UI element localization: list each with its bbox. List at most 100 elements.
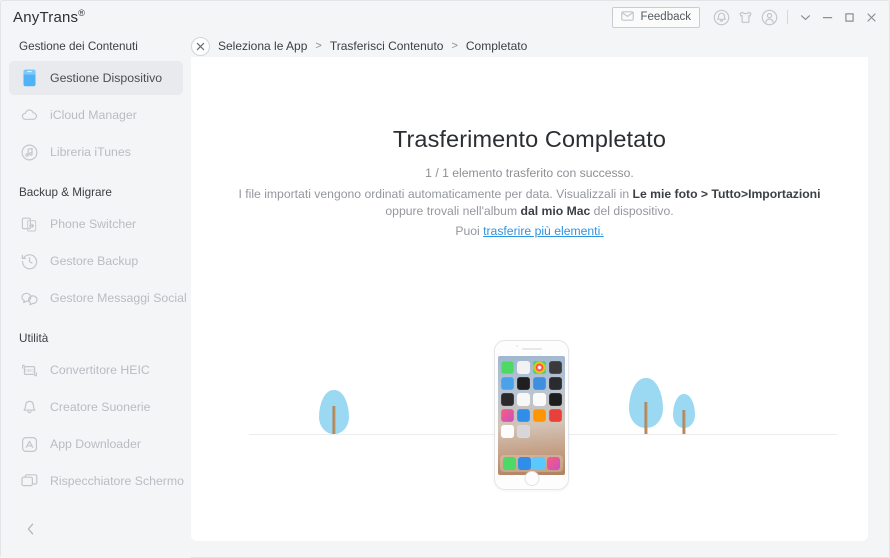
app-icon bbox=[549, 377, 562, 390]
sidebar-item-libreria-itunes[interactable]: Libreria iTunes bbox=[9, 135, 183, 169]
sidebar-group-title-utility: Utilità bbox=[19, 332, 49, 345]
app-icon bbox=[502, 457, 516, 470]
sidebar-item-icloud-manager[interactable]: iCloud Manager bbox=[9, 98, 183, 132]
app-icon bbox=[517, 425, 530, 438]
sidebar-group-title-content: Gestione dei Contenuti bbox=[19, 40, 138, 53]
tree-illustration bbox=[669, 378, 699, 434]
sidebar-item-label: App Downloader bbox=[50, 437, 141, 451]
sidebar-item-label: Phone Switcher bbox=[50, 217, 137, 231]
desc-bold-album: dal mio Mac bbox=[520, 204, 591, 218]
sidebar-item-app-downloader[interactable]: App Downloader bbox=[9, 427, 183, 461]
sidebar-item-label: Gestore Messaggi Social bbox=[50, 291, 187, 305]
shirt-icon[interactable] bbox=[733, 5, 757, 29]
sidebar-item-convertitore-heic[interactable]: HEIC Convertitore HEIC bbox=[9, 353, 183, 387]
desc-part-1: I file importati vengono ordinati automa… bbox=[238, 187, 633, 201]
app-icon bbox=[517, 361, 530, 374]
tree-illustration bbox=[314, 384, 354, 434]
app-icon bbox=[517, 409, 530, 422]
phone-switch-icon bbox=[20, 215, 39, 234]
app-icon bbox=[533, 409, 546, 422]
phone-home-button bbox=[524, 471, 539, 486]
sidebar-group-title-backup: Backup & Migrare bbox=[19, 186, 112, 199]
app-brand-name: AnyTrans bbox=[13, 9, 79, 26]
sidebar-item-label: Creatore Suonerie bbox=[50, 400, 151, 414]
svg-text:HEIC: HEIC bbox=[25, 367, 35, 372]
toolbar-divider bbox=[787, 10, 788, 24]
screen-mirror-icon bbox=[20, 472, 39, 491]
sidebar-item-creatore-suonerie[interactable]: Creatore Suonerie bbox=[9, 390, 183, 424]
app-icon bbox=[532, 457, 546, 470]
tree-illustration bbox=[625, 378, 667, 434]
app-icon bbox=[533, 393, 546, 406]
ios-dock bbox=[500, 455, 563, 472]
close-icon[interactable] bbox=[860, 5, 882, 29]
breadcrumb-step-1[interactable]: Seleziona le App bbox=[218, 39, 307, 53]
completion-illustration bbox=[191, 257, 868, 490]
feedback-button[interactable]: Feedback bbox=[612, 6, 700, 28]
sidebar-item-gestione-dispositivo[interactable]: Gestione Dispositivo bbox=[9, 61, 183, 95]
sidebar-collapse-button[interactable] bbox=[22, 522, 40, 540]
appstore-icon bbox=[20, 435, 39, 454]
phone-speaker bbox=[521, 348, 542, 350]
account-icon[interactable] bbox=[757, 5, 781, 29]
app-icon bbox=[517, 393, 530, 406]
content-card: Trasferimento Completato 1 / 1 elemento … bbox=[191, 57, 868, 541]
phone-camera bbox=[515, 344, 518, 347]
breadcrumb-step-2[interactable]: Trasferisci Contenuto bbox=[330, 39, 444, 53]
app-icon bbox=[533, 361, 546, 374]
chevron-down-icon[interactable] bbox=[794, 5, 816, 29]
breadcrumb-separator: > bbox=[451, 40, 458, 52]
sidebar-item-label: Gestore Backup bbox=[50, 254, 139, 268]
app-icon bbox=[549, 409, 562, 422]
transfer-summary: 1 / 1 elemento trasferito con successo. bbox=[425, 166, 634, 180]
clock-history-icon bbox=[20, 252, 39, 271]
sidebar-item-rispecchiatore-schermo[interactable]: Rispecchiatore Schermo bbox=[9, 464, 184, 498]
heic-convert-icon: HEIC bbox=[20, 361, 39, 380]
app-icon bbox=[501, 377, 514, 390]
feedback-label: Feedback bbox=[640, 11, 691, 23]
breadcrumb-separator: > bbox=[315, 40, 322, 52]
breadcrumb: Seleziona le App > Trasferisci Contenuto… bbox=[191, 35, 527, 57]
sidebar-item-label: Convertitore HEIC bbox=[50, 363, 150, 377]
tree-trunk bbox=[644, 402, 648, 434]
device-icon bbox=[20, 69, 39, 88]
desc-part-2: oppure trovali nell'album bbox=[385, 204, 521, 218]
breadcrumb-step-3: Completato bbox=[465, 39, 528, 53]
tree-trunk bbox=[332, 406, 336, 434]
app-icon bbox=[549, 393, 562, 406]
sidebar-item-gestore-backup[interactable]: Gestore Backup bbox=[9, 244, 183, 278]
close-x-icon[interactable] bbox=[191, 36, 210, 56]
app-brand-mark: ® bbox=[78, 8, 86, 18]
app-icon bbox=[517, 457, 531, 470]
app-icon bbox=[501, 361, 514, 374]
desc-bold-path: Le mie foto > Tutto>Importazioni bbox=[632, 187, 821, 201]
app-icon bbox=[547, 457, 561, 470]
chevron-left-icon bbox=[25, 522, 37, 541]
sidebar-item-label: iCloud Manager bbox=[50, 108, 137, 122]
iphone-illustration bbox=[494, 340, 569, 490]
ios-app-grid bbox=[501, 361, 562, 438]
transfer-more-link[interactable]: trasferire più elementi. bbox=[483, 224, 604, 238]
title-bar: AnyTrans® Feedback bbox=[1, 1, 890, 33]
app-brand: AnyTrans® bbox=[13, 8, 85, 26]
sidebar-item-phone-switcher[interactable]: Phone Switcher bbox=[9, 207, 183, 241]
sidebar-item-label: Libreria iTunes bbox=[50, 145, 131, 159]
bell-icon[interactable] bbox=[709, 5, 733, 29]
app-icon bbox=[549, 361, 562, 374]
sidebar: Gestione dei Contenuti Gestione Disposit… bbox=[1, 33, 191, 558]
minimize-icon[interactable] bbox=[816, 5, 838, 29]
transfer-description: I file importati vengono ordinati automa… bbox=[229, 186, 830, 220]
page-title: Trasferimento Completato bbox=[392, 126, 667, 152]
title-bar-controls: Feedback bbox=[612, 5, 890, 29]
mail-icon bbox=[621, 10, 635, 24]
music-note-icon bbox=[20, 143, 39, 162]
anytrans-window: AnyTrans® Feedback Gestione dei Contenut… bbox=[0, 0, 890, 558]
chat-bubbles-icon bbox=[20, 289, 39, 308]
sidebar-item-label: Gestione Dispositivo bbox=[50, 71, 163, 85]
more-prefix: Puoi bbox=[455, 224, 484, 238]
bell-outline-icon bbox=[20, 398, 39, 417]
sidebar-item-gestore-messaggi-social[interactable]: Gestore Messaggi Social bbox=[9, 281, 187, 315]
desc-part-3: del dispositivo. bbox=[590, 204, 674, 218]
maximize-icon[interactable] bbox=[838, 5, 860, 29]
app-icon bbox=[517, 377, 530, 390]
